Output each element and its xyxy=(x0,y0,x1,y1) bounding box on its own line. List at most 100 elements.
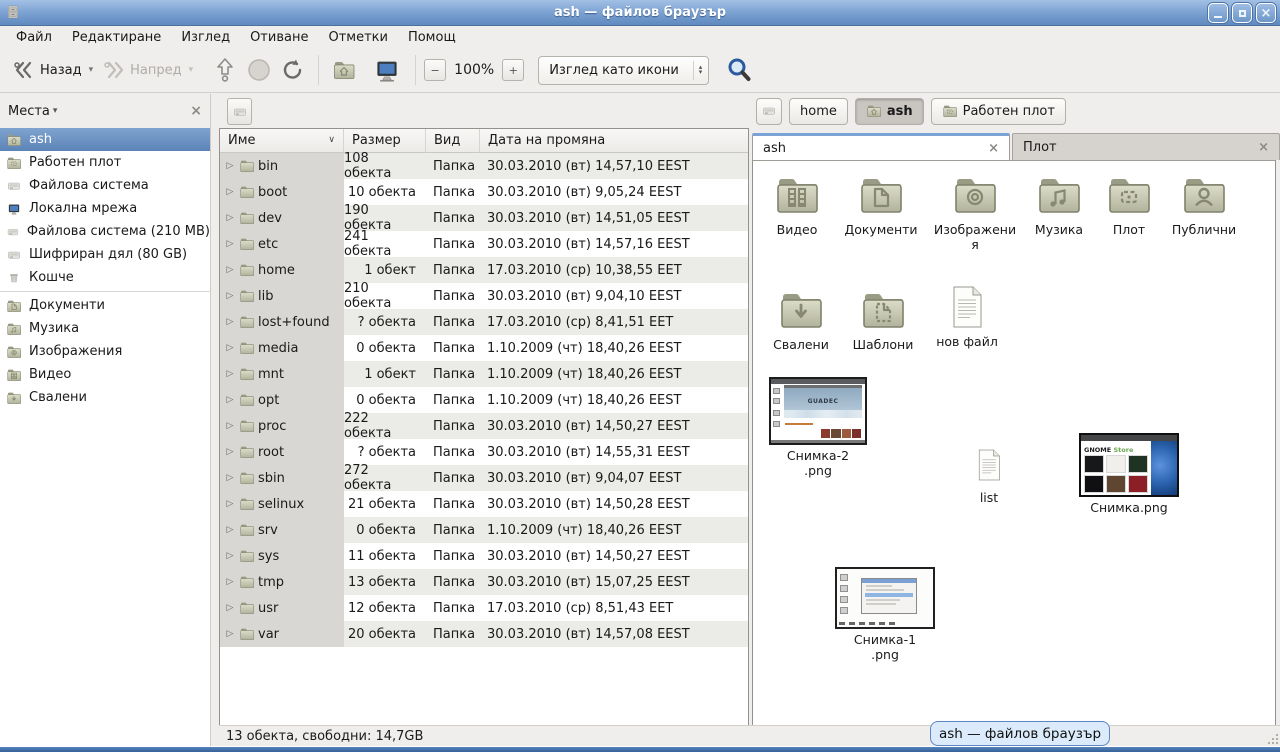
tree-root-button[interactable] xyxy=(227,98,252,125)
column-header-type[interactable]: Вид xyxy=(426,129,480,153)
sidebar-item-filesystem[interactable]: Файлова система xyxy=(0,174,210,197)
back-history-caret-icon[interactable]: ▾ xyxy=(89,65,94,75)
expander-icon[interactable]: ▷ xyxy=(224,551,236,561)
table-row[interactable]: ▷selinux 21 обекта Папка 30.03.2010 (вт)… xyxy=(220,491,748,517)
expander-icon[interactable]: ▷ xyxy=(224,161,236,171)
icon-desktop[interactable]: Плот xyxy=(1093,171,1165,237)
minimize-button[interactable] xyxy=(1208,3,1228,23)
sidebar-item-documents[interactable]: Документи xyxy=(0,294,210,317)
menu-help[interactable]: Помощ xyxy=(398,28,466,47)
sidebar-item-trash[interactable]: Кошче xyxy=(0,266,210,289)
table-row[interactable]: ▷lost+found ? обекта Папка 17.03.2010 (с… xyxy=(220,309,748,335)
path-home-button[interactable]: home xyxy=(789,98,848,125)
tab-ash[interactable]: ash × xyxy=(752,133,1010,160)
menu-edit[interactable]: Редактиране xyxy=(62,28,171,47)
expander-icon[interactable]: ▷ xyxy=(224,213,236,223)
icon-templates[interactable]: Шаблони xyxy=(841,286,925,352)
icon-documents[interactable]: Документи xyxy=(837,171,925,237)
computer-button[interactable] xyxy=(367,51,407,89)
close-button[interactable]: × xyxy=(1256,3,1276,23)
expander-icon[interactable]: ▷ xyxy=(224,265,236,275)
sidebar-title-dropdown[interactable]: Места xyxy=(8,104,50,119)
table-row[interactable]: ▷lib 210 обекта Папка 30.03.2010 (вт) 9,… xyxy=(220,283,748,309)
menu-bookmarks[interactable]: Отметки xyxy=(318,28,397,47)
path-desktop-button[interactable]: Работен плот xyxy=(931,98,1066,125)
table-row[interactable]: ▷var 20 обекта Папка 30.03.2010 (вт) 14,… xyxy=(220,621,748,647)
sidebar-item-desktop[interactable]: Работен плот xyxy=(0,151,210,174)
path-ash-button[interactable]: ash xyxy=(855,98,924,125)
expander-icon[interactable]: ▷ xyxy=(224,473,236,483)
sidebar-item-volume-210mb[interactable]: Файлова система (210 MB) xyxy=(0,220,210,243)
sidebar-item-music[interactable]: Музика xyxy=(0,317,210,340)
expander-icon[interactable]: ▷ xyxy=(224,369,236,379)
resize-grip[interactable] xyxy=(1266,732,1278,744)
table-row[interactable]: ▷srv 0 обекта Папка 1.10.2009 (чт) 18,40… xyxy=(220,517,748,543)
sidebar-item-videos[interactable]: Видео xyxy=(0,363,210,386)
sidebar-item-encrypted-80gb[interactable]: Шифриран дял (80 GB) xyxy=(0,243,210,266)
expander-icon[interactable]: ▷ xyxy=(224,603,236,613)
stop-button[interactable] xyxy=(242,54,276,86)
table-row[interactable]: ▷usr 12 обекта Папка 17.03.2010 (ср) 8,5… xyxy=(220,595,748,621)
column-header-date[interactable]: Дата на промяна xyxy=(480,129,748,153)
expander-icon[interactable]: ▷ xyxy=(224,317,236,327)
expander-icon[interactable]: ▷ xyxy=(224,291,236,301)
view-mode-dropdown[interactable]: Изглед като икони ▴▾ xyxy=(538,56,709,85)
expander-icon[interactable]: ▷ xyxy=(224,343,236,353)
icon-snimka1[interactable]: Снимка-1.png xyxy=(833,567,937,662)
expander-icon[interactable]: ▷ xyxy=(224,395,236,405)
table-row[interactable]: ▷bin 108 обекта Папка 30.03.2010 (вт) 14… xyxy=(220,153,748,179)
sidebar-caret-icon[interactable]: ▾ xyxy=(53,106,190,116)
table-row[interactable]: ▷etc 241 обекта Папка 30.03.2010 (вт) 14… xyxy=(220,231,748,257)
expander-icon[interactable]: ▷ xyxy=(224,525,236,535)
back-button[interactable]: Назад ▾ xyxy=(8,56,98,84)
up-button[interactable] xyxy=(208,53,242,87)
expander-icon[interactable]: ▷ xyxy=(224,629,236,639)
icon-videos[interactable]: Видео xyxy=(757,171,837,237)
search-button[interactable] xyxy=(721,53,757,87)
column-header-size[interactable]: Размер xyxy=(344,129,426,153)
expander-icon[interactable]: ▷ xyxy=(224,577,236,587)
sidebar-close-icon[interactable]: × xyxy=(190,103,202,119)
table-row[interactable]: ▷opt 0 обекта Папка 1.10.2009 (чт) 18,40… xyxy=(220,387,748,413)
table-row[interactable]: ▷mnt 1 обект Папка 1.10.2009 (чт) 18,40,… xyxy=(220,361,748,387)
expander-icon[interactable]: ▷ xyxy=(224,499,236,509)
zoom-in-button[interactable]: + xyxy=(502,59,524,81)
expander-icon[interactable]: ▷ xyxy=(224,447,236,457)
icon-public[interactable]: Публични xyxy=(1161,171,1247,237)
tab-plot[interactable]: Плот × xyxy=(1012,133,1280,160)
table-row[interactable]: ▷proc 222 обекта Папка 30.03.2010 (вт) 1… xyxy=(220,413,748,439)
reload-button[interactable] xyxy=(276,54,310,86)
table-row[interactable]: ▷home 1 обект Папка 17.03.2010 (ср) 10,3… xyxy=(220,257,748,283)
pane-splitter[interactable] xyxy=(211,94,219,746)
titlebar[interactable]: ash — файлов браузър × xyxy=(0,0,1280,26)
icon-downloads[interactable]: Свалени xyxy=(759,286,843,352)
table-row[interactable]: ▷boot 10 обекта Папка 30.03.2010 (вт) 9,… xyxy=(220,179,748,205)
table-row[interactable]: ▷sbin 272 обекта Папка 30.03.2010 (вт) 9… xyxy=(220,465,748,491)
sidebar-item-home[interactable]: ash xyxy=(0,128,210,151)
table-row[interactable]: ▷sys 11 обекта Папка 30.03.2010 (вт) 14,… xyxy=(220,543,748,569)
path-root-button[interactable] xyxy=(756,98,782,125)
sidebar-item-downloads[interactable]: Свалени xyxy=(0,386,210,409)
forward-button[interactable]: Напред ▾ xyxy=(98,56,198,84)
tab-close-icon[interactable]: × xyxy=(988,141,999,156)
table-row[interactable]: ▷root ? обекта Папка 30.03.2010 (вт) 14,… xyxy=(220,439,748,465)
icon-list-file[interactable]: list xyxy=(949,443,1029,505)
table-row[interactable]: ▷tmp 13 обекта Папка 30.03.2010 (вт) 15,… xyxy=(220,569,748,595)
icon-new-file[interactable]: нов файл xyxy=(925,283,1009,349)
tab-close-icon[interactable]: × xyxy=(1258,140,1269,155)
zoom-out-button[interactable]: − xyxy=(424,59,446,81)
expander-icon[interactable]: ▷ xyxy=(224,421,236,431)
sidebar-item-network[interactable]: Локална мрежа xyxy=(0,197,210,220)
icon-music[interactable]: Музика xyxy=(1019,171,1099,237)
menu-go[interactable]: Отиване xyxy=(240,28,318,47)
menu-view[interactable]: Изглед xyxy=(171,28,240,47)
icon-snimka2[interactable]: GUADEC Снимка-2.png xyxy=(767,377,869,478)
maximize-button[interactable] xyxy=(1232,3,1252,23)
table-row[interactable]: ▷dev 190 обекта Папка 30.03.2010 (вт) 14… xyxy=(220,205,748,231)
home-button[interactable] xyxy=(327,54,361,86)
expander-icon[interactable]: ▷ xyxy=(224,187,236,197)
table-row[interactable]: ▷media 0 обекта Папка 1.10.2009 (чт) 18,… xyxy=(220,335,748,361)
sidebar-item-pictures[interactable]: Изображения xyxy=(0,340,210,363)
expander-icon[interactable]: ▷ xyxy=(224,239,236,249)
icon-snimka[interactable]: GNOME Store Снимка.png xyxy=(1075,433,1183,515)
